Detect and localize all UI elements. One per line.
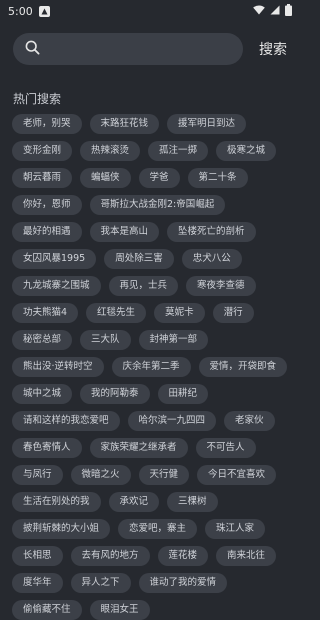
hot-search-tag[interactable]: 哈尔滨一九四四 — [127, 411, 217, 431]
hot-search-title: 热门搜索 — [13, 92, 62, 106]
hot-search-tag[interactable]: 哥斯拉大战金刚2:帝国崛起 — [89, 195, 226, 215]
hot-search-tag[interactable]: 封神第一部 — [138, 330, 209, 350]
search-input[interactable] — [48, 40, 243, 58]
status-bar: 5:00 — [0, 0, 300, 22]
hot-search-tag[interactable]: 忠犬八公 — [181, 249, 242, 269]
battery-icon — [285, 3, 292, 19]
search-row: 搜索 — [0, 33, 300, 65]
hot-search-tag[interactable]: 老家伙 — [224, 411, 275, 431]
hot-search-tag[interactable]: 蝙蝠侠 — [80, 168, 131, 188]
hot-search-tag[interactable]: 今日不宜喜欢 — [197, 465, 277, 485]
hot-search-tag[interactable]: 孤注一掷 — [148, 141, 209, 161]
status-time: 5:00 — [8, 4, 33, 18]
hot-search-tag[interactable]: 珠江人家 — [205, 519, 266, 539]
search-box[interactable] — [13, 33, 243, 65]
hot-search-tag[interactable]: 我的阿勒泰 — [80, 384, 150, 404]
hot-search-tag[interactable]: 异人之下 — [70, 573, 131, 593]
hot-search-tag[interactable]: 去有风的地方 — [70, 546, 150, 566]
hot-search-tag[interactable]: 九龙城寨之围城 — [12, 276, 101, 296]
hot-search-tag[interactable]: 坠楼死亡的剖析 — [167, 222, 256, 242]
hot-search-tag[interactable]: 朝云暮雨 — [12, 168, 73, 188]
signal-icon — [270, 5, 280, 18]
hot-search-tag[interactable]: 热辣滚烫 — [80, 141, 141, 161]
hot-search-tag[interactable]: 功夫熊猫4 — [12, 303, 79, 323]
hot-search-tag[interactable]: 谁动了我的爱情 — [138, 573, 228, 593]
hot-search-tag[interactable]: 度华年 — [12, 573, 63, 593]
hot-search-tag[interactable]: 学爸 — [138, 168, 180, 188]
notification-app-icon — [38, 5, 50, 17]
hot-search-tag[interactable]: 爱情，开袋即食 — [198, 357, 288, 377]
hot-search-tag[interactable]: 潜行 — [212, 303, 254, 323]
hot-search-tag[interactable]: 莲花楼 — [157, 546, 209, 566]
hot-search-tag[interactable]: 极寒之城 — [216, 141, 277, 161]
hot-search-tag[interactable]: 熊出没·逆转时空 — [12, 357, 104, 377]
hot-search-tag[interactable]: 第二十条 — [187, 168, 248, 188]
hot-search-tag[interactable]: 你好，恩师 — [12, 195, 82, 215]
hot-search-tag[interactable]: 三大队 — [80, 330, 131, 350]
hot-search-tag[interactable]: 不可告人 — [195, 438, 256, 458]
hot-search-tag[interactable]: 最好的相遇 — [12, 222, 82, 242]
hot-search-tag[interactable]: 女囚风暴1995 — [12, 249, 97, 269]
hot-search-tag[interactable]: 周处除三害 — [104, 249, 174, 269]
hot-search-tag[interactable]: 南来北往 — [216, 546, 277, 566]
hot-search-tag[interactable]: 变形金刚 — [12, 141, 73, 161]
hot-search-tag[interactable]: 眼泪女王 — [89, 600, 150, 620]
hot-search-tag[interactable]: 微暗之火 — [70, 465, 131, 485]
hot-search-tag[interactable]: 恋爱吧，寨主 — [118, 519, 198, 539]
hot-search-tag[interactable]: 莫妮卡 — [154, 303, 205, 323]
hot-search-tag[interactable]: 城中之城 — [12, 384, 73, 404]
hot-search-tag[interactable]: 我本是高山 — [89, 222, 160, 242]
hot-search-tag[interactable]: 长相思 — [12, 546, 63, 566]
search-icon — [25, 40, 40, 59]
hot-search-tag[interactable]: 承欢记 — [108, 492, 160, 512]
hot-search-tag[interactable]: 援军明日到达 — [167, 114, 247, 134]
hot-search-tag-list: 老师，别哭 末路狂花钱 援军明日到达变形金刚 热辣滚烫 孤注一掷 极寒之城朝云暮雨 蝙蝠侠学… — [12, 114, 292, 620]
hot-search-tag[interactable]: 末路狂花钱 — [89, 114, 160, 134]
hot-search-tag[interactable]: 寒夜李查德 — [186, 276, 256, 296]
hot-search-tag[interactable]: 春色寄情人 — [12, 438, 82, 458]
hot-search-tag[interactable]: 与凤行 — [12, 465, 63, 485]
hot-search-tag[interactable]: 天行健 — [138, 465, 190, 485]
status-right — [253, 3, 292, 19]
wifi-icon — [253, 4, 265, 18]
hot-search-tag[interactable]: 再见，士兵 — [108, 276, 179, 296]
hot-search-tag[interactable]: 家族荣耀之继承者 — [89, 438, 188, 458]
hot-search-tag[interactable]: 偷偷藏不住 — [12, 600, 82, 620]
hot-search-tag[interactable]: 披荆斩棘的大小姐 — [12, 519, 111, 539]
status-left: 5:00 — [8, 5, 50, 18]
search-button[interactable]: 搜索 — [259, 39, 287, 59]
hot-search-tag[interactable]: 红毯先生 — [86, 303, 147, 323]
hot-search-tag[interactable]: 三棵树 — [167, 492, 218, 512]
hot-search-tag[interactable]: 庆余年第二季 — [111, 357, 191, 377]
hot-search-tag[interactable]: 田耕纪 — [157, 384, 209, 404]
hot-search-tag[interactable]: 秘密总部 — [12, 330, 73, 350]
hot-search-tag[interactable]: 请和这样的我恋爱吧 — [12, 411, 120, 431]
hot-search-tag[interactable]: 老师，别哭 — [12, 114, 82, 134]
hot-search-tag[interactable]: 生活在别处的我 — [12, 492, 101, 512]
